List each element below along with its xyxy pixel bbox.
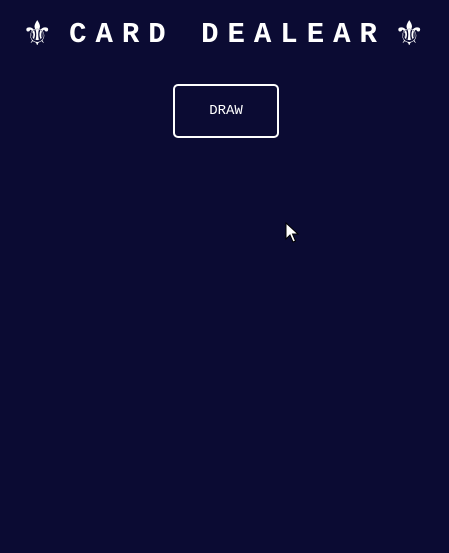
page-title: CARD DEALEAR: [69, 18, 386, 51]
mouse-pointer-icon: [285, 222, 299, 243]
draw-button[interactable]: DRAW: [173, 84, 279, 138]
fleur-de-lis-icon: ⚜: [394, 14, 425, 54]
header: ⚜ CARD DEALEAR ⚜: [0, 14, 449, 58]
